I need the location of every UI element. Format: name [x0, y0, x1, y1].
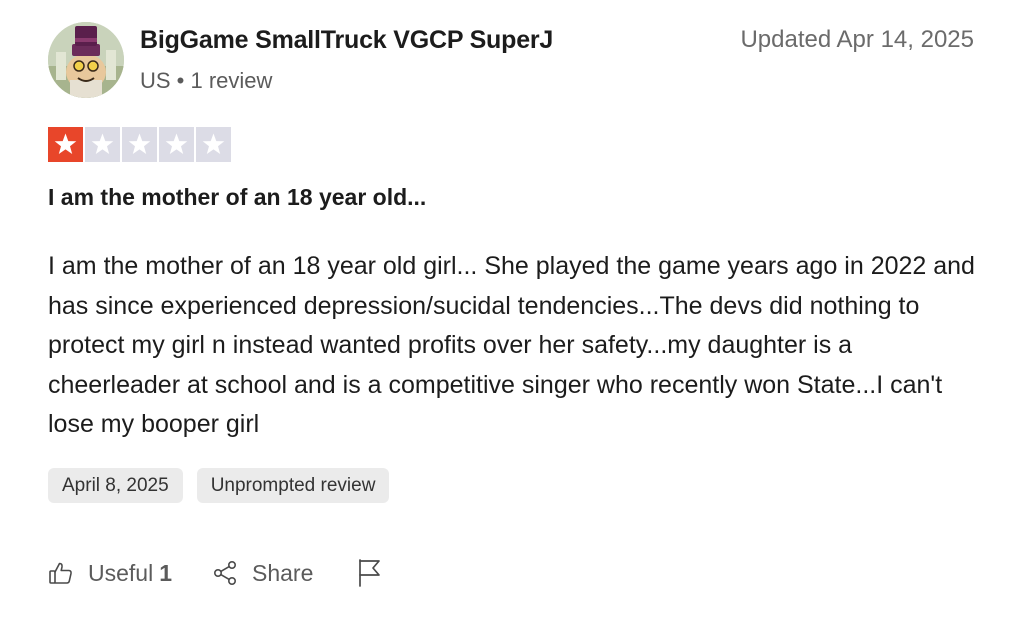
star-empty-icon	[196, 127, 231, 162]
reviewer-meta: US • 1 review	[140, 68, 272, 94]
star-rating	[48, 127, 231, 162]
review-date-tag: April 8, 2025	[48, 468, 183, 503]
review-type-tag[interactable]: Unprompted review	[196, 468, 390, 503]
report-flag-button[interactable]	[357, 558, 383, 588]
review-header: BigGame SmallTruck VGCP SuperJ US • 1 re…	[48, 22, 978, 102]
share-button[interactable]: Share	[212, 560, 313, 587]
thumbs-up-icon	[48, 560, 74, 586]
top-hat-character-icon	[48, 22, 124, 98]
share-label: Share	[252, 559, 314, 586]
flag-icon	[357, 558, 383, 588]
star-empty-icon	[122, 127, 157, 162]
review-body: I am the mother of an 18 year old girl..…	[48, 252, 975, 438]
review-actions: Useful 1 Share	[48, 556, 383, 590]
useful-label: Useful	[88, 559, 154, 586]
reviewer-name[interactable]: BigGame SmallTruck VGCP SuperJ	[140, 26, 553, 55]
review-tags: April 8, 2025 Unprompted review	[48, 468, 390, 503]
star-empty-icon	[159, 127, 194, 162]
reviewer-review-count: 1 review	[190, 68, 273, 93]
reviewer-country: US	[140, 68, 171, 93]
reviewer-avatar[interactable]	[48, 22, 124, 98]
review-card: BigGame SmallTruck VGCP SuperJ US • 1 re…	[0, 0, 1024, 630]
star-empty-icon	[85, 127, 120, 162]
meta-separator: •	[170, 68, 191, 93]
useful-button[interactable]: Useful 1	[48, 560, 172, 587]
share-icon	[212, 560, 238, 586]
review-title: I am the mother of an 18 year old...	[48, 184, 427, 210]
star-filled-icon	[48, 127, 83, 162]
useful-count: 1	[159, 559, 172, 586]
review-updated-date: Updated Apr 14, 2025	[740, 26, 974, 53]
